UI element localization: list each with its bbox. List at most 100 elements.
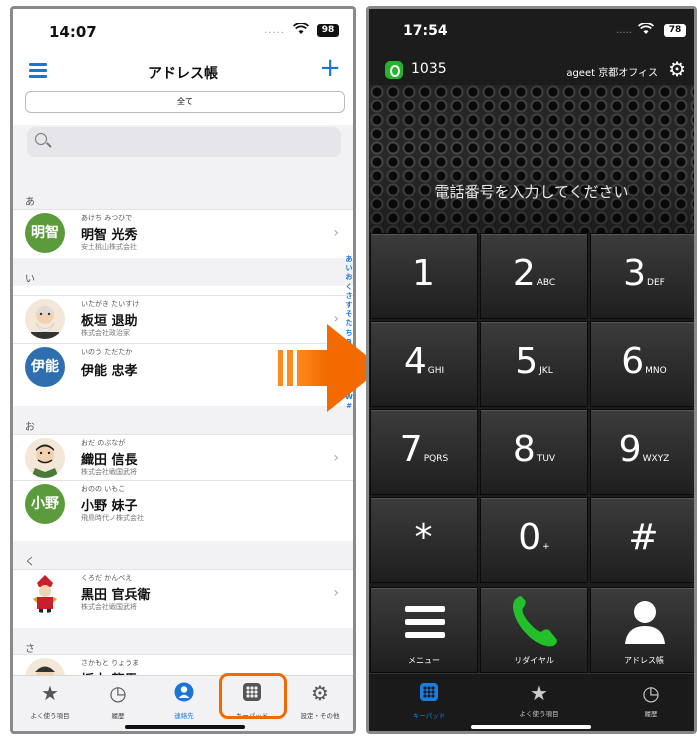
menu-label: メニュー (408, 656, 440, 665)
contact-kana: おだ のぶなが (81, 439, 126, 447)
status-bar: 14:07 ..... 98 (13, 9, 353, 49)
contact-name: 織田 信長 (81, 453, 138, 468)
status-time: 17:54 (403, 23, 448, 39)
avatar (25, 573, 65, 613)
tab-label: 設定・その他 (300, 712, 340, 720)
gear-icon: ⚙ (311, 681, 329, 705)
chevron-right-icon: › (333, 225, 339, 241)
key-8[interactable]: 8TUV (480, 409, 588, 495)
contact-kana: くろだ かんべえ (81, 574, 133, 582)
section-header: あ (13, 181, 353, 209)
index-letter[interactable]: さ (343, 292, 353, 301)
key-9[interactable]: 9WXYZ (590, 409, 694, 495)
list-item[interactable]: おだ のぶなが 織田 信長 株式会社戦国武将 › (13, 434, 353, 482)
status-indicator-icon (385, 61, 403, 79)
avatar: 明智 (25, 213, 65, 253)
avatar (25, 299, 65, 339)
person-icon (625, 601, 665, 644)
tab-label: よく使う項目 (519, 710, 559, 718)
list-item[interactable]: くろだ かんべえ 黒田 官兵衛 株式会社戦国武将 › (13, 569, 353, 617)
number-display: 電話番号を入力してください (369, 85, 694, 233)
tab-history[interactable]: ◷ 履歴 (611, 682, 691, 718)
key-1[interactable]: 1 (370, 233, 478, 319)
key-6[interactable]: 6MNO (590, 321, 694, 407)
key-star[interactable]: * (370, 497, 478, 583)
wifi-icon (292, 22, 310, 39)
tab-favorites[interactable]: ★ よく使う項目 (17, 682, 83, 720)
index-letter[interactable]: く (343, 283, 353, 292)
section-header: く (13, 541, 353, 569)
contact-company: 安土桃山株式会社 (81, 243, 137, 251)
star-icon: ★ (530, 681, 548, 705)
extension-number: 1035 (411, 61, 447, 77)
contact-name: 明智 光秀 (81, 228, 138, 243)
key-3[interactable]: 3DEF (590, 233, 694, 319)
key-0[interactable]: 0+ (480, 497, 588, 583)
contact-kana: いたがき たいすけ (81, 300, 140, 308)
tab-label: よく使う項目 (30, 712, 70, 720)
index-letter[interactable]: あ (343, 255, 353, 264)
tab-label: キーパッド (412, 712, 446, 720)
address-book-button[interactable]: アドレス帳 (590, 587, 694, 673)
contact-name: 小野 妹子 (81, 499, 138, 514)
tab-contacts[interactable]: 連絡先 (151, 682, 217, 720)
office-name: ageet 京都オフィス (566, 68, 658, 79)
signal-dots: ..... (616, 25, 632, 36)
contact-company: 株式会社政治家 (81, 329, 130, 337)
redial-label: リダイヤル (514, 656, 554, 665)
status-time: 14:07 (49, 23, 97, 41)
contact-kana: さかもと りょうま (81, 659, 140, 667)
person-icon (151, 682, 217, 704)
account-bar: 1035 ageet 京都オフィス ⚙ (369, 49, 694, 85)
key-4[interactable]: 4GHI (370, 321, 478, 407)
search-icon (35, 133, 47, 145)
section-header: さ (13, 628, 353, 656)
star-icon: ★ (41, 681, 59, 705)
search-input[interactable] (27, 127, 341, 157)
address-label: アドレス帳 (624, 656, 664, 665)
gear-icon[interactable]: ⚙ (668, 57, 686, 81)
key-2[interactable]: 2ABC (480, 233, 588, 319)
contact-name: 板垣 退助 (81, 314, 138, 329)
tab-settings[interactable]: ⚙ 設定・その他 (287, 682, 353, 720)
number-prompt: 電話番号を入力してください (434, 183, 629, 201)
battery-icon: 78 (664, 24, 686, 37)
key-hash[interactable]: # (590, 497, 694, 583)
keypad-icon (389, 682, 469, 706)
add-contact-button[interactable]: + (319, 55, 341, 81)
redial-button[interactable]: リダイヤル (480, 587, 588, 673)
list-item[interactable]: 明智 あけち みつひで 明智 光秀 安土桃山株式会社 › (13, 209, 353, 257)
index-letter[interactable]: お (343, 273, 353, 282)
page-title: アドレス帳 (148, 66, 218, 82)
avatar: 小野 (25, 484, 65, 524)
tab-history[interactable]: ◷ 履歴 (85, 682, 151, 720)
contact-name: 伊能 忠孝 (81, 364, 138, 379)
contact-kana: いのう ただたか (81, 348, 133, 356)
tab-label: 連絡先 (174, 712, 194, 720)
menu-button[interactable]: メニュー (370, 587, 478, 673)
dial-keypad: 1 2ABC 3DEF 4GHI 5JKL 6MNO 7PQRS 8TUV 9W… (369, 233, 694, 587)
avatar: 伊能 (25, 347, 65, 387)
key-7[interactable]: 7PQRS (370, 409, 478, 495)
clock-icon: ◷ (642, 681, 660, 705)
menu-icon (405, 606, 445, 638)
clock-icon: ◷ (109, 681, 127, 705)
home-indicator (471, 725, 591, 729)
action-keys: メニュー リダイヤル アドレス帳 (369, 587, 694, 673)
battery-icon: 98 (317, 24, 339, 37)
home-indicator (125, 725, 245, 729)
tab-label: 履歴 (111, 712, 125, 720)
section-header: い (13, 258, 353, 286)
segment-all[interactable]: 全て (25, 91, 345, 113)
contact-list: あ 明智 あけち みつひで 明智 光秀 安土桃山株式会社 › い いたがき たい… (13, 181, 353, 702)
index-letter[interactable]: す (343, 301, 353, 310)
chevron-right-icon: › (333, 450, 339, 466)
key-5[interactable]: 5JKL (480, 321, 588, 407)
tab-keypad[interactable]: キーパッド (389, 682, 469, 720)
phone-icon (513, 596, 557, 647)
contact-kana: あけち みつひで (81, 214, 133, 222)
status-bar: 17:54 ..... 78 (369, 9, 694, 49)
dialer-screen: 17:54 ..... 78 1035 ageet 京都オフィス ⚙ 電話番号を… (366, 6, 697, 734)
tab-favorites[interactable]: ★ よく使う項目 (499, 682, 579, 718)
list-item[interactable]: 小野 おのの いもこ 小野 妹子 飛鳥時代ノ株式会社 (13, 480, 353, 528)
